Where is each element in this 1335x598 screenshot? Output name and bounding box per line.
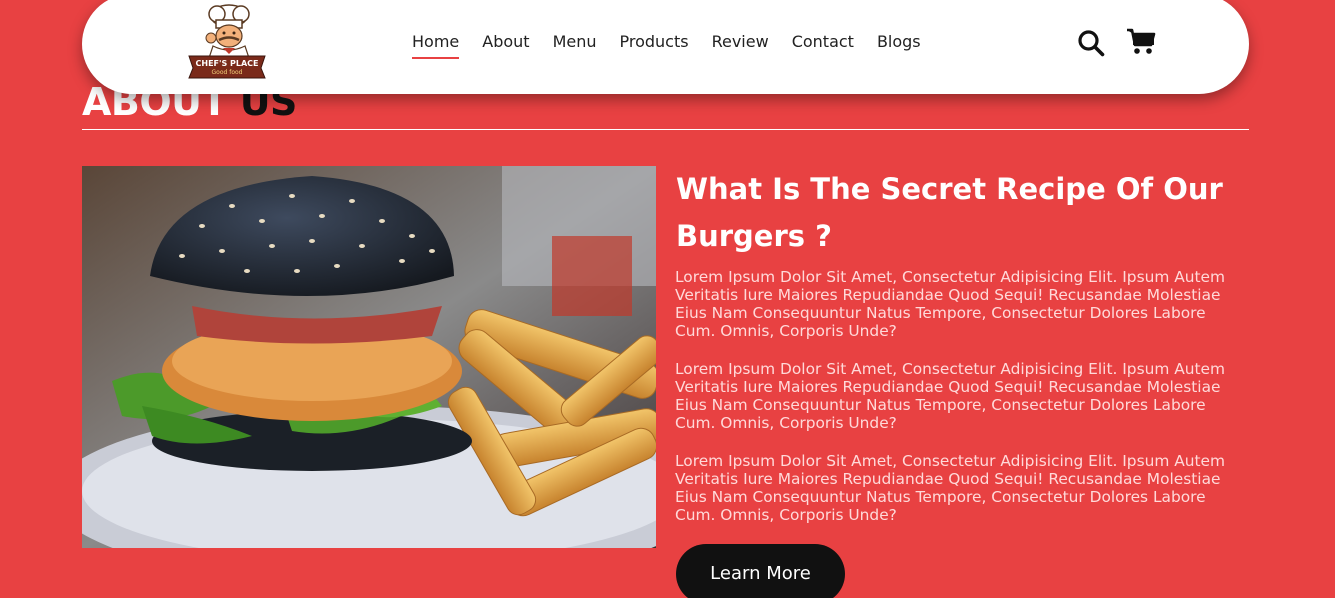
site-header: CHEF'S PLACE Good food Home About Menu P…	[82, 0, 1249, 94]
nav-about[interactable]: About	[482, 32, 529, 59]
about-heading: What Is The Secret Recipe Of Our Burgers…	[676, 172, 1223, 253]
logo-line1: CHEF'S PLACE	[196, 59, 259, 68]
cart-icon[interactable]	[1126, 28, 1156, 56]
logo-line2: Good food	[212, 69, 243, 76]
about-paragraph-3: Lorem Ipsum Dolor Sit Amet, Consectetur …	[675, 452, 1226, 524]
title-divider	[82, 129, 1249, 130]
nav-review[interactable]: Review	[712, 32, 769, 59]
nav-products[interactable]: Products	[620, 32, 689, 59]
nav-home[interactable]: Home	[412, 32, 460, 59]
search-icon[interactable]	[1077, 29, 1105, 57]
chef-logo[interactable]: CHEF'S PLACE Good food	[185, 2, 269, 82]
about-paragraph-1: Lorem Ipsum Dolor Sit Amet, Consectetur …	[675, 268, 1226, 340]
about-paragraph-2: Lorem Ipsum Dolor Sit Amet, Consectetur …	[675, 360, 1226, 432]
main-nav: Home About Menu Products Review Contact …	[412, 32, 944, 59]
nav-blogs[interactable]: Blogs	[877, 32, 921, 59]
learn-more-button[interactable]: Learn More	[676, 544, 845, 598]
nav-contact[interactable]: Contact	[792, 32, 854, 59]
burger-with-fries-photo	[82, 166, 656, 548]
nav-menu[interactable]: Menu	[553, 32, 597, 59]
